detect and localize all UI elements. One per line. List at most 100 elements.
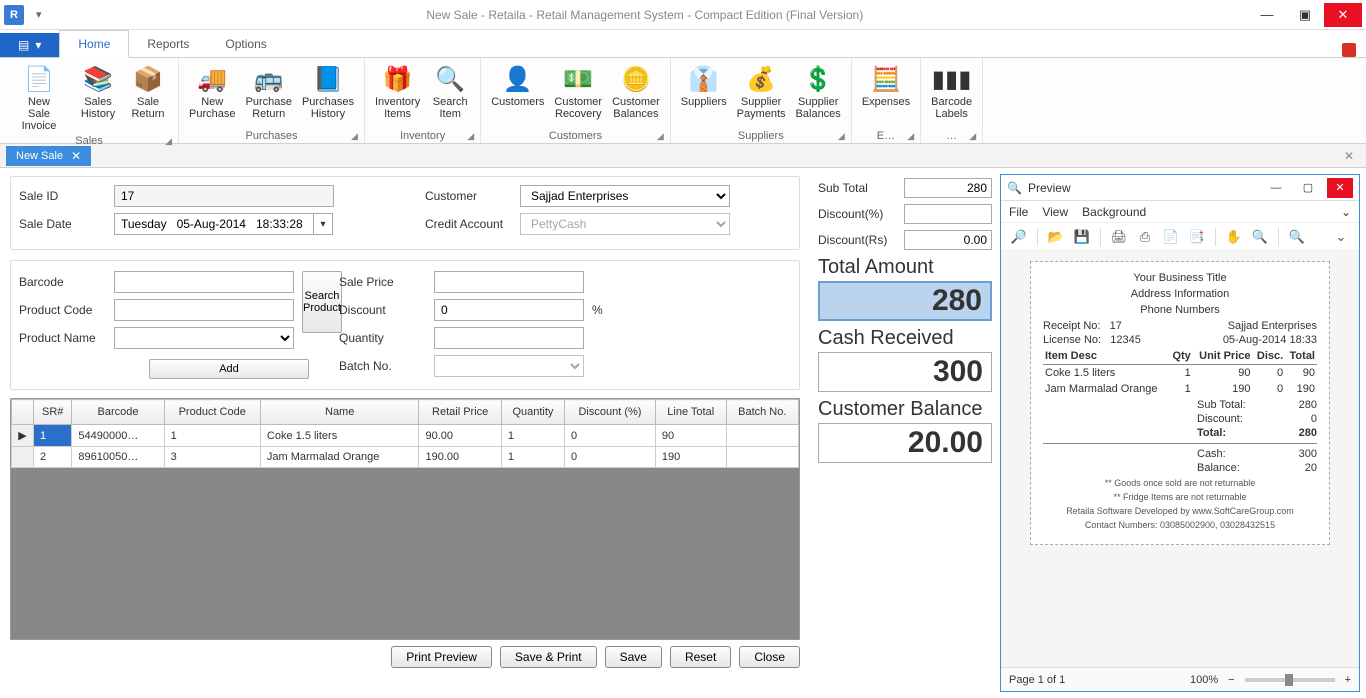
product-code-label: Product Code	[19, 303, 114, 317]
preview-menu-file[interactable]: File	[1009, 205, 1028, 219]
file-menu[interactable]: ▤▾	[0, 33, 59, 57]
ribbon-icon: 🚚	[195, 62, 229, 96]
quickprint-icon[interactable]: ⎙	[1135, 227, 1155, 247]
doc-tab-label: New Sale	[16, 150, 63, 162]
product-code-input[interactable]	[114, 299, 294, 321]
line-items-grid[interactable]: SR#BarcodeProduct CodeNameRetail PriceQu…	[10, 398, 800, 640]
ribbon-customer-recovery[interactable]: 💵CustomerRecovery	[550, 60, 606, 129]
ribbon-purchase-return[interactable]: 🚌PurchaseReturn	[241, 60, 295, 129]
grid-col[interactable]: Retail Price	[419, 400, 501, 425]
alert-icon[interactable]	[1342, 43, 1356, 57]
discount-input[interactable]	[434, 299, 584, 321]
ribbon-barcode-labels[interactable]: ▮▮▮BarcodeLabels	[927, 60, 976, 129]
customer-select[interactable]: Sajjad Enterprises	[520, 185, 730, 207]
grid-col[interactable]: Barcode	[72, 400, 164, 425]
product-name-select[interactable]	[114, 327, 294, 349]
ribbon-supplier-payments[interactable]: 💰SupplierPayments	[733, 60, 790, 129]
doc-tab-close-icon[interactable]: ✕	[71, 149, 81, 163]
discpct-input[interactable]	[904, 204, 992, 224]
ribbon-sale-return[interactable]: 📦SaleReturn	[124, 60, 172, 134]
open-icon[interactable]: 📂	[1046, 227, 1066, 247]
preview-menu-background[interactable]: Background	[1082, 205, 1146, 219]
reset-button[interactable]: Reset	[670, 646, 731, 668]
main-panel: Sale ID Sale Date ▾ Customer Sajjad Ente…	[0, 168, 810, 698]
ribbon-icon: 💵	[561, 62, 595, 96]
discrs-label: Discount(Rs)	[818, 233, 887, 247]
ribbon-search-item[interactable]: 🔍SearchItem	[426, 60, 474, 129]
receipt-addr: Address Information	[1043, 288, 1317, 300]
cash-received-label: Cash Received	[818, 327, 992, 350]
doc-tabs-close-icon[interactable]: ✕	[1338, 147, 1360, 165]
ribbon-inventory-items[interactable]: 🎁InventoryItems	[371, 60, 424, 129]
ribbon-new-sale-invoice[interactable]: 📄NewSale Invoice	[6, 60, 72, 134]
ribbon-icon: 👤	[501, 62, 535, 96]
preview-close-button[interactable]: ✕	[1327, 178, 1353, 198]
print-preview-button[interactable]: Print Preview	[391, 646, 492, 668]
table-row[interactable]: ▶154490000…1Coke 1.5 liters90.001090	[12, 425, 799, 447]
grid-col[interactable]: Batch No.	[726, 400, 798, 425]
add-button[interactable]: Add	[149, 359, 309, 379]
pagesetup-icon[interactable]: 📄	[1161, 227, 1181, 247]
preview-menu-chevron-icon[interactable]: ⌄	[1341, 205, 1351, 219]
zoom-icon[interactable]: 🔍	[1250, 227, 1270, 247]
ribbon-suppliers[interactable]: 👔Suppliers	[677, 60, 731, 129]
minimize-button[interactable]: —	[1248, 3, 1286, 27]
sale-id-label: Sale ID	[19, 189, 114, 203]
discount-unit: %	[592, 303, 603, 317]
ribbon-expenses[interactable]: 🧮Expenses	[858, 60, 914, 129]
grid-col[interactable]: Product Code	[164, 400, 260, 425]
ribbon: 📄NewSale Invoice📚SalesHistory📦SaleReturn…	[0, 58, 1366, 144]
grid-col[interactable]: Line Total	[655, 400, 726, 425]
ribbon-customer-balances[interactable]: 🪙CustomerBalances	[608, 60, 664, 129]
table-row[interactable]: 289610050…3Jam Marmalad Orange190.001019…	[12, 447, 799, 468]
export-icon[interactable]: 📑	[1187, 227, 1207, 247]
barcode-label: Barcode	[19, 275, 114, 289]
grid-col[interactable]: Discount (%)	[565, 400, 656, 425]
tab-home[interactable]: Home	[59, 30, 129, 58]
calendar-icon[interactable]: ▾	[313, 213, 333, 235]
zoom-out-icon[interactable]: −	[1228, 674, 1234, 686]
preview-menu-view[interactable]: View	[1042, 205, 1068, 219]
zoom-slider[interactable]	[1245, 678, 1335, 682]
zoom2-icon[interactable]: 🔍	[1287, 227, 1307, 247]
doc-tab-newsale[interactable]: New Sale ✕	[6, 146, 91, 166]
preview-maximize-button[interactable]: ▢	[1295, 178, 1321, 198]
tab-reports[interactable]: Reports	[129, 31, 207, 57]
save-print-button[interactable]: Save & Print	[500, 646, 597, 668]
customer-balance-value: 20.00	[818, 423, 992, 463]
ribbon-new-purchase[interactable]: 🚚NewPurchase	[185, 60, 239, 129]
ribbon-customers[interactable]: 👤Customers	[487, 60, 548, 129]
sale-price-input[interactable]	[434, 271, 584, 293]
grid-col[interactable]: SR#	[34, 400, 72, 425]
zoom-in-icon[interactable]: +	[1345, 674, 1351, 686]
total-amount-label: Total Amount	[818, 256, 992, 279]
cash-received-value[interactable]: 300	[818, 352, 992, 392]
print-icon[interactable]: 🖨	[1109, 227, 1129, 247]
total-amount-value: 280	[818, 281, 992, 321]
quantity-input[interactable]	[434, 327, 584, 349]
discount-label: Discount	[339, 303, 434, 317]
ribbon-icon: 🔍	[433, 62, 467, 96]
close-button-form[interactable]: Close	[739, 646, 800, 668]
barcode-input[interactable]	[114, 271, 294, 293]
hand-icon[interactable]: ✋	[1224, 227, 1244, 247]
ribbon-sales-history[interactable]: 📚SalesHistory	[74, 60, 122, 134]
toolbar-chevron-icon[interactable]: ⌄	[1331, 227, 1351, 247]
ribbon-purchases-history[interactable]: 📘PurchasesHistory	[298, 60, 358, 129]
search-product-button[interactable]: Search Product	[302, 271, 342, 333]
close-button[interactable]: ✕	[1324, 3, 1362, 27]
discpct-label: Discount(%)	[818, 207, 883, 221]
save-button[interactable]: Save	[605, 646, 662, 668]
maximize-button[interactable]: ▣	[1286, 3, 1324, 27]
grid-col[interactable]: Quantity	[501, 400, 564, 425]
ribbon-supplier-balances[interactable]: 💲SupplierBalances	[792, 60, 845, 129]
preview-title: Preview	[1028, 181, 1257, 195]
save-icon[interactable]: 💾	[1072, 227, 1092, 247]
grid-col[interactable]	[12, 400, 34, 425]
grid-col[interactable]: Name	[260, 400, 419, 425]
discrs-value	[904, 230, 992, 250]
tab-options[interactable]: Options	[207, 31, 284, 57]
find-icon[interactable]: 🔎	[1009, 227, 1029, 247]
preview-minimize-button[interactable]: —	[1263, 178, 1289, 198]
sale-date-field[interactable]	[114, 213, 314, 235]
